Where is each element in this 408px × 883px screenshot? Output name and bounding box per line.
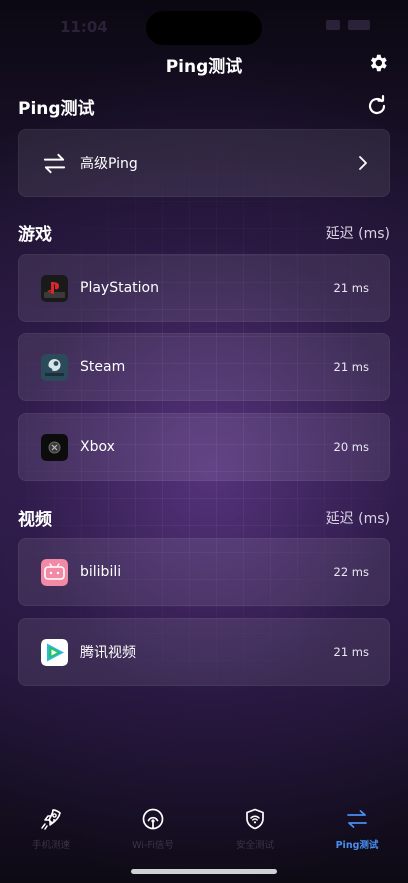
dynamic-island [146, 11, 262, 45]
steam-icon [41, 353, 68, 381]
ping-section-header: Ping测试 [18, 93, 390, 119]
chevron-right-icon [359, 156, 367, 170]
advanced-ping-label: 高级Ping [80, 156, 138, 172]
tab-bar: 手机测速 Wi-Fi信号 安全测试 Ping测试 [0, 806, 408, 866]
bilibili-label: bilibili [80, 564, 122, 580]
video-latency-unit: 延迟 (ms) [325, 510, 390, 527]
tab-ping-test[interactable]: Ping测试 [306, 806, 408, 866]
tab-speed-test-label: 手机测速 [31, 840, 70, 851]
ping-section-title: Ping测试 [18, 98, 95, 119]
steam-latency: 21 ms [333, 360, 369, 374]
gear-icon [370, 54, 387, 72]
playstation-latency: 21 ms [333, 281, 369, 295]
games-section-header: 游戏 延迟 (ms) [18, 220, 390, 245]
tab-wifi-signal[interactable]: Wi-Fi信号 [102, 806, 204, 866]
tencent-video-icon [41, 638, 68, 666]
refresh-icon [368, 95, 386, 115]
tab-speed-test[interactable]: 手机测速 [0, 806, 102, 866]
xbox-icon [41, 433, 68, 461]
wifi-signal-icon [142, 808, 164, 830]
home-indicator[interactable] [131, 869, 277, 874]
video-section-title: 视频 [18, 510, 52, 530]
page-title: Ping测试 [165, 57, 243, 77]
playstation-label: PlayStation [80, 280, 159, 296]
advanced-ping-button[interactable]: 高级Ping [18, 129, 390, 197]
status-time: 11:04 [60, 18, 108, 36]
xbox-label: Xbox [80, 439, 115, 455]
tencent-video-label: 腾讯视频 [80, 645, 136, 661]
tab-ping-test-label: Ping测试 [335, 840, 379, 851]
shield-wifi-icon [246, 808, 264, 830]
settings-button[interactable] [366, 51, 390, 75]
signal-icon [326, 20, 340, 30]
list-item-playstation[interactable]: PlayStation 21 ms [18, 254, 390, 322]
tab-wifi-signal-label: Wi-Fi信号 [132, 840, 174, 851]
playstation-icon [41, 274, 68, 302]
tab-security-test-label: 安全测试 [235, 840, 274, 851]
xbox-latency: 20 ms [333, 440, 369, 454]
arrows-swap-icon [347, 810, 367, 828]
steam-label: Steam [80, 359, 126, 375]
bilibili-icon [41, 558, 68, 586]
tab-security-test[interactable]: 安全测试 [204, 806, 306, 866]
refresh-button[interactable] [364, 93, 390, 119]
status-bar: 11:04 [0, 0, 408, 52]
list-item-steam[interactable]: Steam 21 ms [18, 333, 390, 401]
tencent-video-latency: 21 ms [333, 645, 369, 659]
games-latency-unit: 延迟 (ms) [325, 225, 390, 242]
list-item-tencent-video[interactable]: 腾讯视频 21 ms [18, 618, 390, 686]
arrows-swap-icon [43, 153, 66, 173]
bilibili-latency: 22 ms [333, 565, 369, 579]
video-section-header: 视频 延迟 (ms) [18, 505, 390, 530]
rocket-icon [41, 809, 61, 830]
games-section-title: 游戏 [18, 225, 52, 245]
status-icons [326, 20, 370, 30]
list-item-bilibili[interactable]: bilibili 22 ms [18, 538, 390, 606]
battery-icon [348, 20, 370, 30]
list-item-xbox[interactable]: Xbox 20 ms [18, 413, 390, 481]
